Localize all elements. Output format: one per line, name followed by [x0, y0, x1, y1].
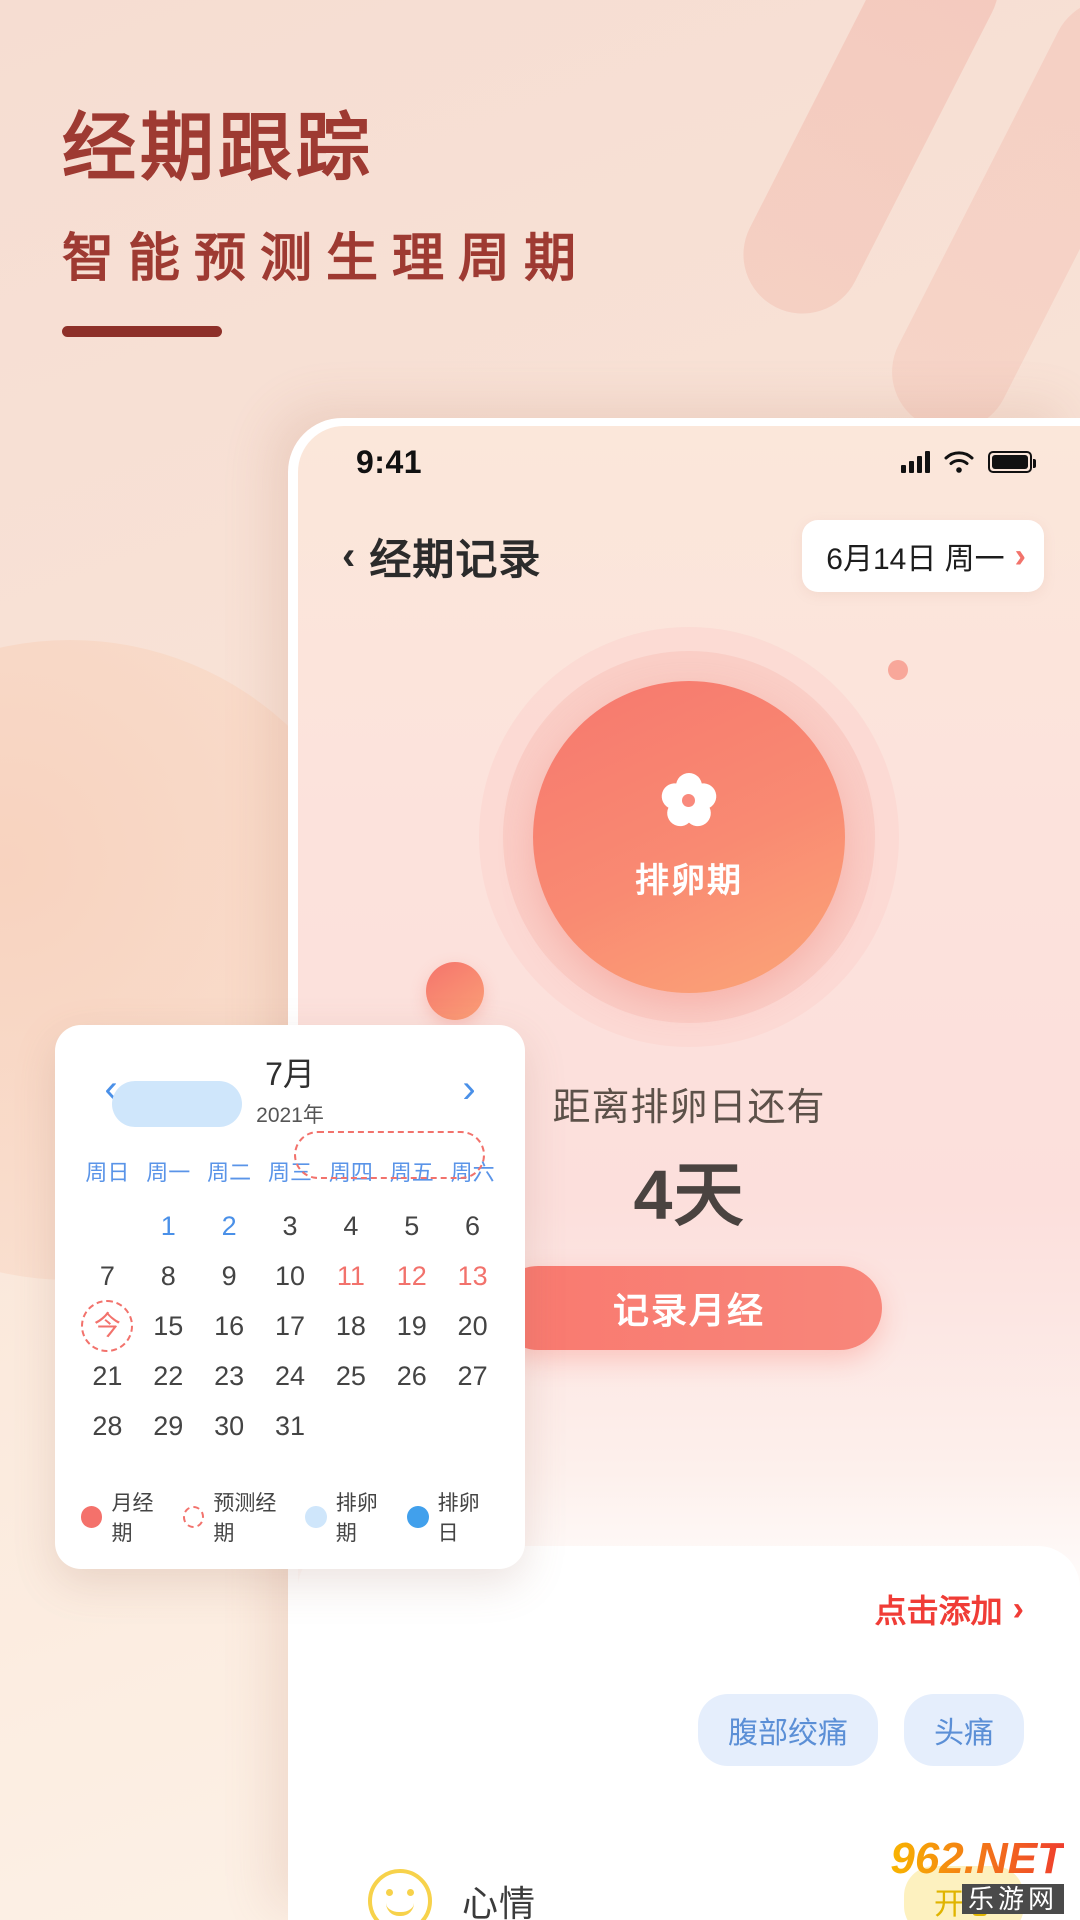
calendar-month: 7月 [265, 1056, 315, 1092]
calendar-day[interactable]: 25 [320, 1351, 381, 1401]
page-title: 经期跟踪 [62, 106, 374, 189]
add-symptom-link[interactable]: 点击添加 › [875, 1586, 1024, 1632]
calendar-day[interactable]: 1 [138, 1201, 199, 1251]
calendar-day-empty [381, 1401, 442, 1451]
calendar-day[interactable]: 3 [260, 1201, 321, 1251]
calendar-day[interactable]: 24 [260, 1351, 321, 1401]
legend-dot-icon [182, 1506, 205, 1528]
calendar-day[interactable]: 31 [260, 1401, 321, 1451]
calendar-day[interactable]: 17 [260, 1301, 321, 1351]
calendar-day[interactable]: 18 [320, 1301, 381, 1351]
calendar-day[interactable]: 7 [77, 1251, 138, 1301]
record-period-button[interactable]: 记录月经 [496, 1266, 882, 1350]
wifi-icon [944, 451, 974, 473]
calendar-popup: ‹ 7月 2021年 › 周日 周一 周二 周三 周四 周五 周六 1 2 3 4 5 6 7 8 9 10 11… [55, 1025, 525, 1569]
calendar-day[interactable]: 4 [320, 1201, 381, 1251]
legend-item: 排卵日 [407, 1487, 499, 1547]
calendar-day[interactable]: 15 [138, 1301, 199, 1351]
chevron-right-icon: › [1014, 537, 1026, 575]
legend-label: 预测经期 [213, 1492, 277, 1545]
calendar-day[interactable]: 22 [138, 1351, 199, 1401]
decor-dot-small [888, 660, 908, 680]
add-row: 点击添加 › [368, 1586, 1024, 1632]
calendar-day[interactable]: 21 [77, 1351, 138, 1401]
cycle-circle-content: 排卵期 [539, 772, 839, 902]
calendar-day[interactable]: 今 [77, 1300, 138, 1352]
cycle-phase-label: 排卵期 [635, 862, 743, 900]
legend-dot-icon [81, 1506, 103, 1528]
calendar-day[interactable]: 13 [442, 1251, 503, 1301]
legend-dot-icon [305, 1506, 327, 1528]
calendar-day[interactable]: 23 [199, 1351, 260, 1401]
symptom-tag-list: 腹部绞痛 头痛 [368, 1694, 1024, 1766]
cycle-circle: 排卵期 [298, 602, 1080, 1072]
watermark: 962.NET 乐游网 [890, 1837, 1064, 1914]
symptom-tag[interactable]: 腹部绞痛 [698, 1694, 878, 1766]
date-selector-button[interactable]: 6月14日 周一 › [802, 520, 1044, 592]
calendar-day[interactable]: 6 [442, 1201, 503, 1251]
calendar-grid: 周日 周一 周二 周三 周四 周五 周六 1 2 3 4 5 6 7 8 9 10 11 12 13 今 15 16 17 18… [77, 1081, 503, 1451]
legend-item: 月经期 [81, 1487, 173, 1547]
chevron-left-icon[interactable]: ‹ [342, 536, 355, 576]
add-symptom-label: 点击添加 [874, 1593, 1003, 1629]
status-icons [901, 451, 1036, 473]
date-selector-label: 6月14日 周一 [826, 543, 1005, 576]
calendar-day-empty [77, 1201, 138, 1251]
calendar-day[interactable]: 8 [138, 1251, 199, 1301]
calendar-day[interactable]: 20 [442, 1301, 503, 1351]
ovulation-band [111, 1081, 242, 1127]
status-clock: 9:41 [356, 443, 423, 480]
symptom-tag[interactable]: 头痛 [904, 1694, 1024, 1766]
calendar-day[interactable]: 16 [199, 1301, 260, 1351]
watermark-top: 962.NET [890, 1834, 1064, 1883]
legend-label: 月经期 [111, 1492, 154, 1545]
calendar-day[interactable]: 2 [199, 1201, 260, 1251]
calendar-day[interactable]: 12 [381, 1251, 442, 1301]
signal-bars-icon [901, 451, 930, 473]
legend-item: 预测经期 [182, 1487, 295, 1547]
calendar-day[interactable]: 9 [199, 1251, 260, 1301]
calendar-day[interactable]: 30 [199, 1401, 260, 1451]
calendar-day[interactable]: 5 [381, 1201, 442, 1251]
calendar-title: 7月 2021年 [256, 1049, 324, 1129]
battery-icon [988, 451, 1036, 473]
calendar-day[interactable]: 11 [320, 1251, 381, 1301]
today-marker [81, 1300, 134, 1352]
legend-label: 排卵日 [437, 1492, 480, 1545]
mood-label: 心情 [462, 1883, 537, 1920]
calendar-day[interactable]: 28 [77, 1401, 138, 1451]
hero-text: 经期跟踪 智能预测生理周期 [62, 105, 591, 338]
calendar-legend: 月经期 预测经期 排卵期 排卵日 [77, 1473, 503, 1551]
decor-dot-large [426, 962, 484, 1020]
calendar-day[interactable]: 27 [442, 1351, 503, 1401]
calendar-weekday: 周一 [146, 1160, 191, 1185]
calendar-weekday: 周日 [85, 1160, 130, 1185]
title-underline [62, 326, 222, 338]
page-subtitle: 智能预测生理周期 [62, 230, 591, 289]
calendar-next-month-button[interactable]: › [449, 1069, 489, 1109]
legend-label: 排卵期 [335, 1492, 378, 1545]
calendar-year: 2021年 [256, 1104, 324, 1127]
nav-bar: ‹ 经期记录 6月14日 周一 › [298, 498, 1080, 592]
calendar-day[interactable]: 26 [381, 1351, 442, 1401]
status-bar: 9:41 [298, 426, 1080, 498]
calendar-day[interactable]: 19 [381, 1301, 442, 1351]
calendar-day-empty [320, 1401, 381, 1451]
legend-item: 排卵期 [305, 1487, 397, 1547]
flower-icon [658, 772, 720, 832]
predicted-period-band [294, 1131, 485, 1179]
calendar-weekday: 周二 [207, 1160, 252, 1185]
calendar-day-empty [442, 1401, 503, 1451]
watermark-bottom: 乐游网 [961, 1884, 1064, 1914]
chevron-right-icon: › [1012, 1590, 1024, 1628]
smiley-icon [368, 1869, 432, 1920]
calendar-day[interactable]: 29 [138, 1401, 199, 1451]
legend-dot-icon [407, 1506, 429, 1528]
nav-title: 经期记录 [369, 535, 542, 583]
calendar-day[interactable]: 10 [260, 1251, 321, 1301]
